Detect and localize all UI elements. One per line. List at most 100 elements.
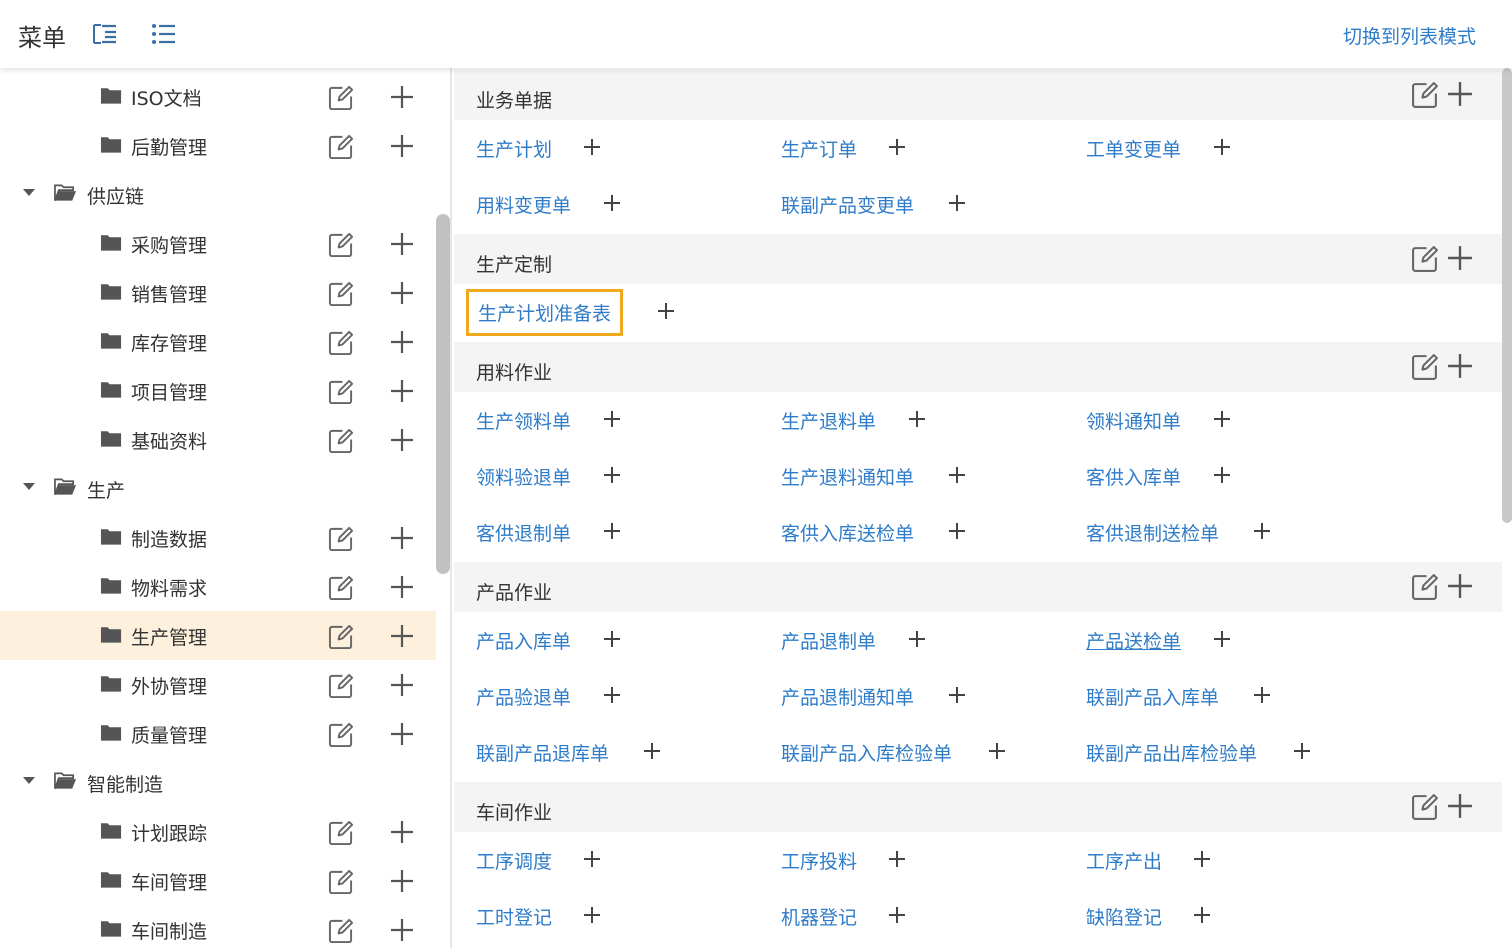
tree-item[interactable]: 后勤管理 (0, 121, 436, 170)
caret-down-icon[interactable] (23, 189, 35, 196)
menu-link[interactable]: 产品入库单 (476, 627, 571, 654)
menu-link[interactable]: 工序产出 (1086, 847, 1162, 874)
menu-link[interactable]: 用料变更单 (476, 191, 571, 218)
section-edit-icon[interactable] (1411, 245, 1439, 273)
add-item-icon[interactable] (602, 629, 622, 649)
add-item-icon[interactable] (907, 629, 927, 649)
add-icon[interactable] (390, 673, 414, 697)
menu-link[interactable]: 生产退料通知单 (781, 463, 914, 490)
add-item-icon[interactable] (987, 741, 1007, 761)
add-icon[interactable] (390, 722, 414, 746)
edit-icon[interactable] (328, 673, 354, 699)
add-icon[interactable] (390, 820, 414, 844)
tree-item[interactable]: ISO文档 (0, 72, 436, 121)
add-icon[interactable] (390, 624, 414, 648)
add-item-icon[interactable] (1292, 741, 1312, 761)
add-item-icon[interactable] (602, 409, 622, 429)
tree-item[interactable]: 车间制造 (0, 905, 436, 948)
edit-icon[interactable] (328, 281, 354, 307)
edit-icon[interactable] (328, 820, 354, 846)
section-edit-icon[interactable] (1411, 573, 1439, 601)
tree-item[interactable]: 生产管理 (0, 611, 436, 660)
add-item-icon[interactable] (1252, 521, 1272, 541)
add-icon[interactable] (390, 428, 414, 452)
edit-icon[interactable] (328, 575, 354, 601)
add-item-icon[interactable] (602, 193, 622, 213)
menu-link[interactable]: 工序投料 (781, 847, 857, 874)
menu-link[interactable]: 生产订单 (781, 135, 857, 162)
caret-down-icon[interactable] (23, 483, 35, 490)
tree-item[interactable]: 基础资料 (0, 415, 436, 464)
edit-icon[interactable] (328, 869, 354, 895)
menu-link[interactable]: 客供退制送检单 (1086, 519, 1219, 546)
menu-link[interactable]: 机器登记 (781, 903, 857, 930)
menu-link[interactable]: 产品退制通知单 (781, 683, 914, 710)
tree-item[interactable]: 制造数据 (0, 513, 436, 562)
menu-link[interactable]: 联副产品入库检验单 (781, 739, 952, 766)
edit-icon[interactable] (328, 918, 354, 944)
add-item-icon[interactable] (602, 465, 622, 485)
menu-link[interactable]: 领料通知单 (1086, 407, 1181, 434)
add-item-icon[interactable] (887, 137, 907, 157)
add-item-icon[interactable] (907, 409, 927, 429)
menu-link[interactable]: 工序调度 (476, 847, 552, 874)
tree-item[interactable]: 项目管理 (0, 366, 436, 415)
section-add-icon[interactable] (1447, 81, 1473, 107)
add-icon[interactable] (390, 575, 414, 599)
tree-item[interactable]: 外协管理 (0, 660, 436, 709)
add-icon[interactable] (390, 134, 414, 158)
section-add-icon[interactable] (1447, 573, 1473, 599)
tree-item[interactable]: 库存管理 (0, 317, 436, 366)
outdent-list-icon[interactable] (92, 22, 118, 46)
menu-link[interactable]: 客供入库送检单 (781, 519, 914, 546)
section-edit-icon[interactable] (1411, 81, 1439, 109)
menu-link[interactable]: 生产领料单 (476, 407, 571, 434)
add-item-icon[interactable] (582, 905, 602, 925)
add-icon[interactable] (390, 85, 414, 109)
section-edit-icon[interactable] (1411, 793, 1439, 821)
edit-icon[interactable] (328, 232, 354, 258)
tree-item[interactable]: 车间管理 (0, 856, 436, 905)
tree-item[interactable]: 销售管理 (0, 268, 436, 317)
add-icon[interactable] (390, 232, 414, 256)
edit-icon[interactable] (328, 379, 354, 405)
tree-item[interactable]: 采购管理 (0, 219, 436, 268)
edit-icon[interactable] (328, 526, 354, 552)
edit-icon[interactable] (328, 330, 354, 356)
menu-link[interactable]: 联副产品入库单 (1086, 683, 1219, 710)
menu-link[interactable]: 产品退制单 (781, 627, 876, 654)
tree-group[interactable]: 生产 (0, 464, 436, 513)
edit-icon[interactable] (328, 428, 354, 454)
caret-down-icon[interactable] (23, 777, 35, 784)
list-icon[interactable] (150, 22, 176, 46)
switch-to-list-mode-link[interactable]: 切换到列表模式 (1343, 22, 1476, 49)
tree-item[interactable]: 计划跟踪 (0, 807, 436, 856)
add-icon[interactable] (390, 330, 414, 354)
tree-group[interactable]: 智能制造 (0, 758, 436, 807)
add-item-icon[interactable] (887, 849, 907, 869)
edit-icon[interactable] (328, 85, 354, 111)
add-icon[interactable] (390, 918, 414, 942)
add-item-icon[interactable] (656, 301, 676, 321)
add-item-icon[interactable] (642, 741, 662, 761)
add-item-icon[interactable] (887, 905, 907, 925)
add-icon[interactable] (390, 281, 414, 305)
section-edit-icon[interactable] (1411, 353, 1439, 381)
edit-icon[interactable] (328, 134, 354, 160)
add-item-icon[interactable] (602, 521, 622, 541)
menu-link[interactable]: 产品验退单 (476, 683, 571, 710)
tree-group[interactable]: 供应链 (0, 170, 436, 219)
menu-link[interactable]: 生产计划 (476, 135, 552, 162)
add-item-icon[interactable] (947, 521, 967, 541)
edit-icon[interactable] (328, 624, 354, 650)
sidebar-scrollbar[interactable] (436, 214, 450, 574)
add-item-icon[interactable] (947, 465, 967, 485)
section-add-icon[interactable] (1447, 353, 1473, 379)
menu-link[interactable]: 联副产品变更单 (781, 191, 914, 218)
menu-link[interactable]: 联副产品退库单 (476, 739, 609, 766)
section-add-icon[interactable] (1447, 245, 1473, 271)
menu-link[interactable]: 产品送检单 (1086, 627, 1181, 654)
menu-link[interactable]: 生产计划准备表 (465, 289, 624, 336)
add-item-icon[interactable] (1212, 629, 1232, 649)
add-item-icon[interactable] (582, 849, 602, 869)
